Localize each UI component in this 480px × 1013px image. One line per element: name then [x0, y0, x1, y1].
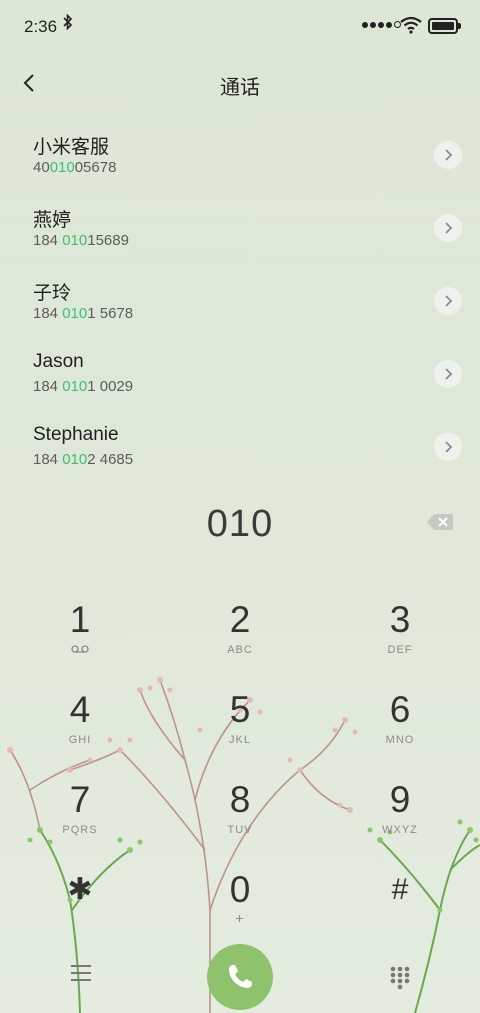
list-item[interactable]: 子玲 184 0101 5678: [0, 268, 480, 341]
backspace-icon: [427, 514, 453, 530]
contact-number: 184 0101 0029: [33, 378, 134, 395]
menu-icon: [71, 965, 91, 981]
list-item[interactable]: 小米客服 4001005678: [0, 122, 480, 195]
key-letters: GHI: [68, 734, 92, 746]
number-match: 010: [49, 159, 75, 176]
contact-detail-button[interactable]: [434, 141, 462, 169]
cellular-signal-icon: [362, 21, 401, 28]
key-letters: JKL: [229, 734, 251, 746]
contact-name: Jason: [33, 351, 84, 372]
contact-name: 子玲: [33, 283, 72, 304]
contact-detail-button[interactable]: [434, 287, 462, 315]
key-digit: 5: [229, 689, 251, 730]
key-digit: 2: [229, 599, 251, 640]
key-digit: 9: [389, 779, 411, 820]
contact-detail-button[interactable]: [434, 360, 462, 388]
chevron-right-icon: [445, 222, 453, 234]
chevron-right-icon: [445, 149, 453, 161]
key-letters: +: [235, 910, 245, 926]
wifi-icon: [400, 16, 422, 39]
backspace-button[interactable]: [426, 513, 454, 536]
bluetooth-icon: [63, 13, 73, 35]
contact-suggestion-list: 小米客服 4001005678 燕婷 184 01015689 子玲 184 0…: [0, 122, 480, 487]
contact-name: 燕婷: [33, 210, 72, 231]
key-digit: #: [391, 873, 409, 906]
phone-icon: [229, 965, 252, 988]
key-digit: 4: [69, 689, 91, 730]
key-4[interactable]: 4 GHI: [20, 690, 140, 770]
number-match: 010: [62, 378, 88, 395]
contact-name: 小米客服: [33, 137, 110, 158]
chevron-right-icon: [445, 368, 453, 380]
chevron-right-icon: [445, 295, 453, 307]
key-letters: TUV: [227, 824, 253, 836]
key-1[interactable]: 1: [20, 600, 140, 680]
chevron-right-icon: [445, 441, 453, 453]
key-hash[interactable]: #: [340, 870, 460, 950]
key-7[interactable]: 7 PQRS: [20, 780, 140, 860]
key-letters: WXYZ: [382, 824, 418, 836]
hide-keypad-button[interactable]: [389, 965, 411, 996]
contact-name: Stephanie: [33, 424, 119, 445]
key-digit: 1: [69, 599, 91, 640]
key-2[interactable]: 2 ABC: [180, 600, 300, 680]
list-item[interactable]: 燕婷 184 01015689: [0, 195, 480, 268]
key-digit: 3: [389, 599, 411, 640]
key-letters: MNO: [385, 734, 415, 746]
key-5[interactable]: 5 JKL: [180, 690, 300, 770]
status-time: 2:36: [24, 17, 58, 36]
contact-detail-button[interactable]: [434, 214, 462, 242]
number-match: 010: [62, 451, 88, 468]
status-bar: 2:36: [0, 0, 480, 52]
battery-icon: [428, 18, 461, 34]
list-item[interactable]: Stephanie 184 0102 4685: [0, 414, 480, 487]
dialed-number-display: 010: [206, 503, 274, 545]
key-digit: ✱: [67, 873, 93, 906]
list-item[interactable]: Jason 184 0101 0029: [0, 341, 480, 414]
call-button[interactable]: [207, 944, 273, 1010]
key-digit: 8: [229, 779, 251, 820]
key-3[interactable]: 3 DEF: [340, 600, 460, 680]
key-9[interactable]: 9 WXYZ: [340, 780, 460, 860]
contact-number: 184 0102 4685: [33, 451, 134, 468]
key-0[interactable]: 0 +: [180, 870, 300, 950]
contact-number: 184 0101 5678: [33, 305, 134, 322]
menu-button[interactable]: [68, 962, 94, 989]
key-digit: 0: [229, 869, 251, 910]
key-letters: PQRS: [62, 824, 98, 836]
key-letters: DEF: [387, 644, 413, 656]
contact-number: 184 01015689: [33, 232, 129, 249]
contact-detail-button[interactable]: [434, 433, 462, 461]
dialpad-icon: [390, 966, 410, 990]
key-6[interactable]: 6 MNO: [340, 690, 460, 770]
key-digit: 7: [69, 779, 91, 820]
key-8[interactable]: 8 TUV: [180, 780, 300, 860]
voicemail-icon: [20, 644, 140, 656]
key-digit: 6: [389, 689, 411, 730]
page-title: 通话: [220, 77, 260, 99]
contact-number: 4001005678: [33, 159, 117, 176]
key-letters: ABC: [227, 644, 253, 656]
number-match: 010: [62, 232, 88, 249]
key-star[interactable]: ✱: [20, 870, 140, 950]
number-match: 010: [62, 305, 88, 322]
